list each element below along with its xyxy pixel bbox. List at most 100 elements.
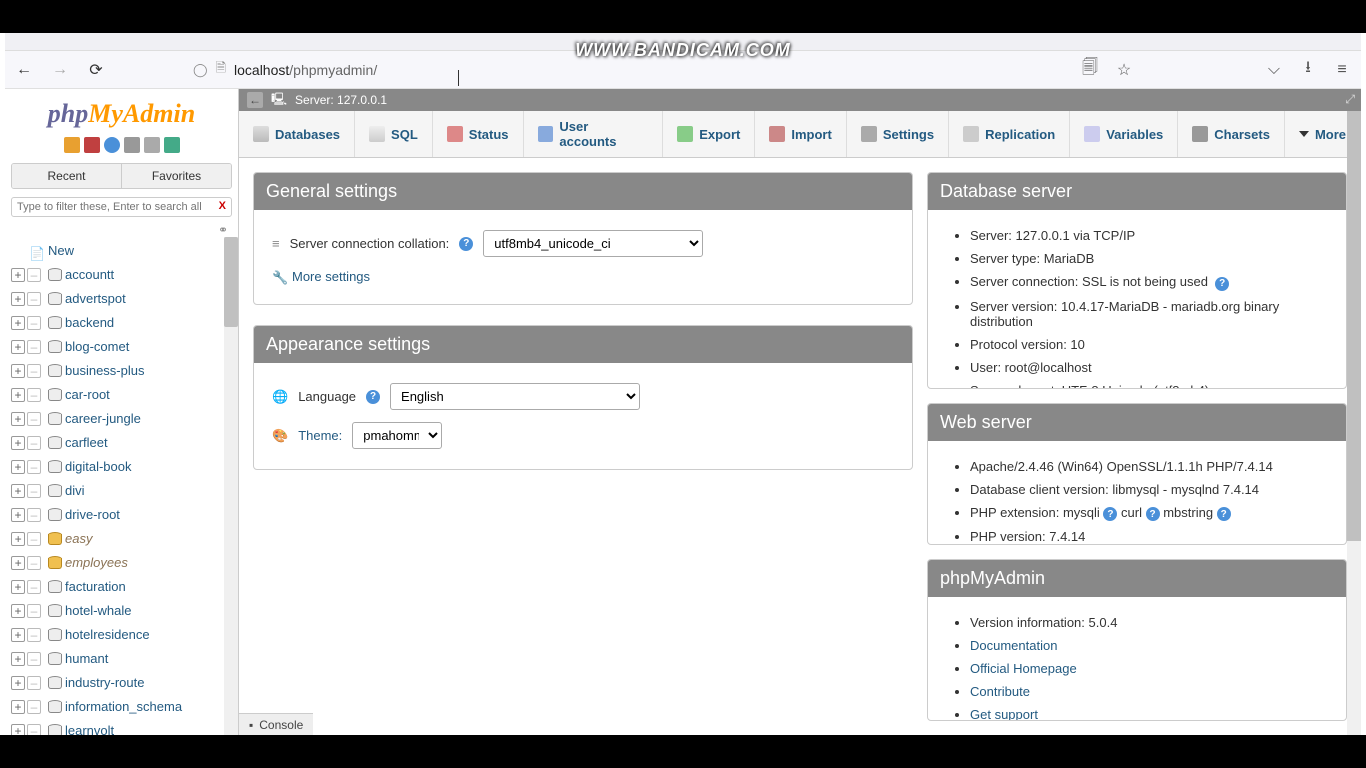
nav-back-icon[interactable]: ← — [247, 92, 263, 108]
expand-icon[interactable]: + — [11, 628, 25, 642]
expand-icon[interactable]: + — [11, 700, 25, 714]
tree-item[interactable]: +‒hotel-whale — [5, 599, 238, 623]
expand-icon[interactable]: ‒ — [27, 724, 41, 735]
reload-icon[interactable] — [164, 137, 180, 153]
tab-replication[interactable]: Replication — [949, 111, 1070, 157]
downloads-icon[interactable]: ⭳ — [1299, 61, 1317, 79]
tree-item[interactable]: +‒hotelresidence — [5, 623, 238, 647]
docs-icon[interactable] — [124, 137, 140, 153]
bookmark-icon[interactable]: ☆ — [1115, 61, 1133, 79]
help-icon[interactable]: ? — [459, 237, 473, 251]
tree-item[interactable]: +‒easy — [5, 527, 238, 551]
expand-icon[interactable]: ‒ — [27, 388, 41, 402]
expand-icon[interactable]: ‒ — [27, 364, 41, 378]
help-icon[interactable]: ? — [1215, 277, 1229, 291]
tab-charsets[interactable]: Charsets — [1178, 111, 1285, 157]
logo[interactable]: phpMyAdmin — [5, 89, 238, 133]
forward-button[interactable]: → — [51, 61, 69, 79]
expand-icon[interactable]: ‒ — [27, 580, 41, 594]
expand-icon[interactable]: + — [11, 724, 25, 735]
logout-icon[interactable] — [84, 137, 100, 153]
tree-scroll-thumb[interactable] — [224, 237, 238, 327]
expand-icon[interactable]: + — [11, 580, 25, 594]
menu-icon[interactable]: ≡ — [1333, 61, 1351, 79]
expand-icon[interactable]: ‒ — [27, 652, 41, 666]
collation-select[interactable]: utf8mb4_unicode_ci — [483, 230, 703, 257]
help-icon[interactable]: ? — [1103, 507, 1117, 521]
link-item[interactable]: Contribute — [970, 680, 1328, 703]
tree-item[interactable]: +‒information_schema — [5, 695, 238, 719]
tree-item[interactable]: +‒accountt — [5, 263, 238, 287]
reload-button[interactable]: ⟳ — [87, 61, 105, 79]
expand-icon[interactable]: ‒ — [27, 340, 41, 354]
tab-databases[interactable]: Databases — [239, 111, 355, 157]
expand-icon[interactable]: + — [11, 676, 25, 690]
expand-icon[interactable]: + — [11, 604, 25, 618]
tree-item[interactable]: +‒digital-book — [5, 455, 238, 479]
tree-item[interactable]: +‒business-plus — [5, 359, 238, 383]
expand-icon[interactable]: + — [11, 508, 25, 522]
help-icon[interactable]: ? — [366, 390, 380, 404]
tree-item[interactable]: +‒backend — [5, 311, 238, 335]
expand-icon[interactable]: ‒ — [27, 532, 41, 546]
tab-import[interactable]: Import — [755, 111, 846, 157]
expand-icon[interactable]: ‒ — [27, 436, 41, 450]
expand-icon[interactable]: ‒ — [27, 484, 41, 498]
home-icon[interactable] — [64, 137, 80, 153]
expand-icon[interactable]: + — [11, 532, 25, 546]
tree-item[interactable]: +‒car-root — [5, 383, 238, 407]
expand-icon[interactable]: + — [11, 340, 25, 354]
tab-recent[interactable]: Recent — [12, 164, 122, 188]
link-item[interactable]: Get support — [970, 703, 1328, 721]
tree-item[interactable]: +‒facturation — [5, 575, 238, 599]
theme-select[interactable]: pmahomme — [352, 422, 442, 449]
expand-icon[interactable]: + — [11, 268, 25, 282]
tab-settings-top[interactable]: Settings — [847, 111, 949, 157]
console-bar[interactable]: ▪ Console — [239, 713, 313, 735]
content-scroll-thumb[interactable] — [1347, 111, 1361, 541]
expand-icon[interactable]: ‒ — [27, 316, 41, 330]
expand-icon[interactable]: ‒ — [27, 676, 41, 690]
tree-item[interactable]: +‒blog-comet — [5, 335, 238, 359]
help-icon[interactable]: ? — [1146, 507, 1160, 521]
expand-icon[interactable]: ‒ — [27, 604, 41, 618]
tree-item[interactable]: +‒employees — [5, 551, 238, 575]
expand-icon[interactable]: ‒ — [27, 628, 41, 642]
link-item[interactable]: Official Homepage — [970, 657, 1328, 680]
tree-item[interactable]: +‒industry-route — [5, 671, 238, 695]
link-item[interactable]: Documentation — [970, 634, 1328, 657]
help-icon[interactable]: ? — [1217, 507, 1231, 521]
expand-icon[interactable]: ‒ — [27, 292, 41, 306]
tab-sql[interactable]: SQL — [355, 111, 433, 157]
tab-variables[interactable]: Variables — [1070, 111, 1178, 157]
theme-label[interactable]: Theme: — [298, 428, 342, 443]
tree-item[interactable]: +‒learnvolt — [5, 719, 238, 735]
expand-icon[interactable]: + — [11, 556, 25, 570]
tree-item[interactable]: +‒divi — [5, 479, 238, 503]
expand-icon[interactable]: + — [11, 292, 25, 306]
tree-item[interactable]: +‒humant — [5, 647, 238, 671]
tree-item[interactable]: +‒career-jungle — [5, 407, 238, 431]
tab-export[interactable]: Export — [663, 111, 755, 157]
expand-icon[interactable]: ‒ — [27, 556, 41, 570]
collapse-icon[interactable]: ⤢ — [1345, 92, 1355, 107]
reader-icon[interactable]: 🗐 — [1081, 61, 1099, 79]
expand-icon[interactable]: ‒ — [27, 412, 41, 426]
filter-input[interactable] — [11, 197, 232, 217]
tab-status[interactable]: Status — [433, 111, 524, 157]
url-bar[interactable]: ◯ 🗎 localhost/phpmyadmin/ — [183, 59, 963, 81]
tree-item[interactable]: +‒carfleet — [5, 431, 238, 455]
tree-item[interactable]: +‒drive-root — [5, 503, 238, 527]
expand-icon[interactable]: ‒ — [27, 460, 41, 474]
link-icon[interactable]: ⚭ — [5, 221, 238, 237]
content-scrollbar[interactable] — [1347, 111, 1361, 735]
back-button[interactable]: ← — [15, 61, 33, 79]
expand-icon[interactable]: + — [11, 412, 25, 426]
expand-icon[interactable]: ‒ — [27, 508, 41, 522]
tree-scrollbar[interactable]: ^ — [224, 237, 238, 735]
language-select[interactable]: English — [390, 383, 640, 410]
pocket-icon[interactable]: ⌵ — [1265, 61, 1283, 79]
more-settings-link[interactable]: 🔧 More settings — [272, 263, 370, 290]
expand-icon[interactable]: + — [11, 388, 25, 402]
settings-icon[interactable] — [144, 137, 160, 153]
